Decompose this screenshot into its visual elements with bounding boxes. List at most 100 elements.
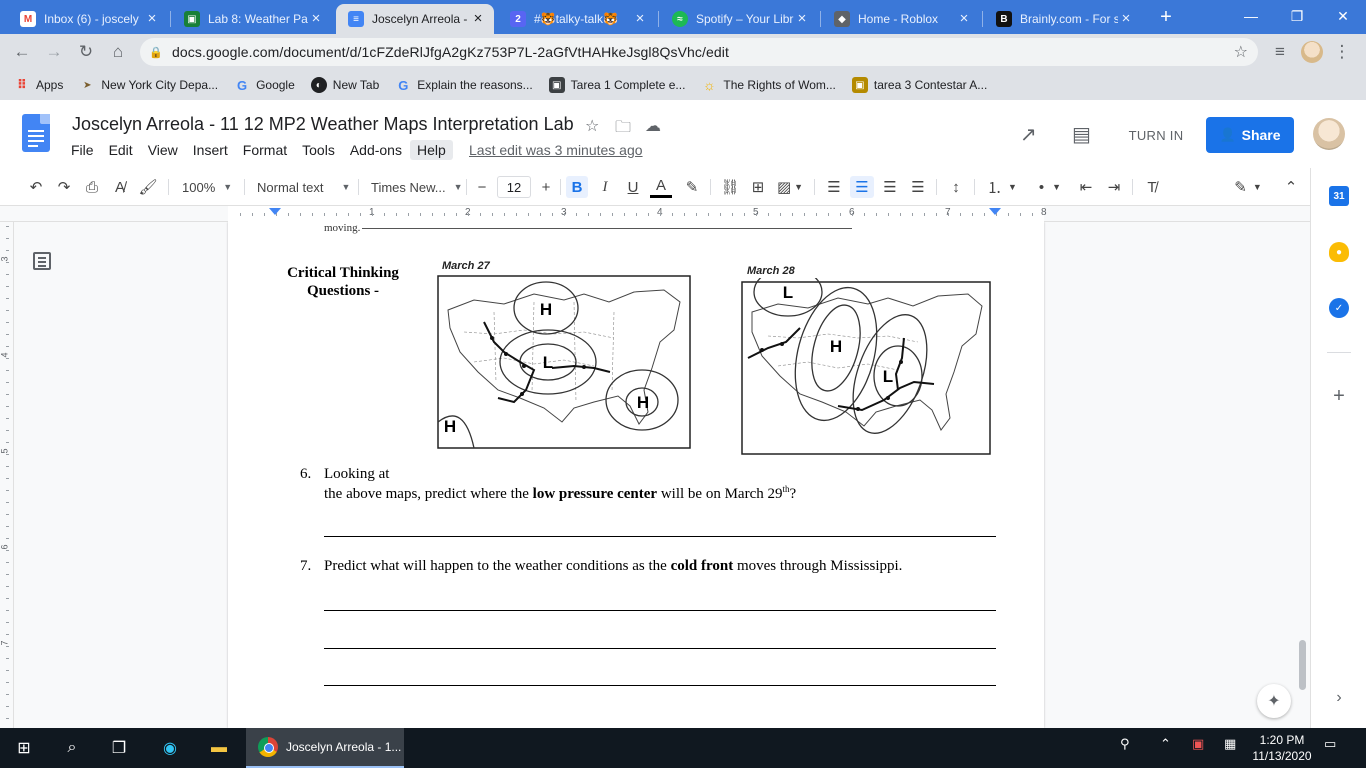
tab-classroom[interactable]: ▣ Lab 8: Weather Pat × bbox=[172, 4, 332, 34]
menu-view[interactable]: View bbox=[141, 140, 185, 160]
close-icon[interactable]: × bbox=[794, 11, 810, 27]
forward-icon[interactable]: → bbox=[42, 40, 66, 64]
chevron-right-icon[interactable]: › bbox=[1329, 688, 1349, 708]
underline-icon[interactable]: U bbox=[622, 176, 644, 198]
align-justify-icon[interactable]: ☰ bbox=[906, 176, 930, 198]
spellcheck-icon[interactable]: A̸ bbox=[108, 176, 132, 198]
menu-file[interactable]: File bbox=[64, 140, 101, 160]
bookmark-explain[interactable]: G Explain the reasons... bbox=[395, 77, 532, 93]
tab-spotify[interactable]: ≈ Spotify – Your Libr × bbox=[660, 4, 818, 34]
increase-font-size-icon[interactable]: + bbox=[536, 176, 556, 198]
add-comment-icon[interactable]: ⊞ bbox=[746, 176, 770, 198]
style-select[interactable]: Normal text ▼ bbox=[257, 176, 350, 198]
editing-mode-icon[interactable]: ✎ ▼ bbox=[1230, 176, 1266, 198]
decrease-indent-icon[interactable]: ⇤ bbox=[1074, 176, 1098, 198]
tab-discord[interactable]: 2 #🐯talky-talk🐯 × bbox=[498, 4, 656, 34]
undo-icon[interactable]: ↶ bbox=[24, 176, 48, 198]
zoom-select[interactable]: 100% ▼ bbox=[182, 176, 232, 198]
align-right-icon[interactable]: ☰ bbox=[878, 176, 902, 198]
answer-line[interactable] bbox=[324, 610, 996, 611]
numbered-list-icon[interactable]: ⒈ ▼ bbox=[982, 176, 1022, 198]
bookmark-apps[interactable]: ⠿ Apps bbox=[14, 77, 63, 93]
hide-menus-chevron-up-icon[interactable]: ⌃ bbox=[1280, 176, 1302, 198]
window-close-icon[interactable]: ✕ bbox=[1320, 0, 1366, 32]
close-icon[interactable]: × bbox=[1118, 11, 1134, 27]
menu-format[interactable]: Format bbox=[236, 140, 294, 160]
align-center-icon[interactable]: ☰ bbox=[850, 176, 874, 198]
home-icon[interactable]: ⌂ bbox=[106, 40, 130, 64]
address-bar[interactable]: 🔒 docs.google.com/document/d/1cFZdeRlJfg… bbox=[140, 38, 1258, 66]
explore-icon[interactable]: ✦ bbox=[1257, 684, 1291, 718]
account-avatar[interactable] bbox=[1313, 118, 1345, 150]
close-icon[interactable]: × bbox=[956, 11, 972, 27]
bookmark-star-icon[interactable]: ☆ bbox=[1234, 42, 1248, 62]
bulleted-list-icon[interactable]: • ▼ bbox=[1030, 176, 1070, 198]
answer-line[interactable] bbox=[324, 685, 996, 686]
line-spacing-icon[interactable]: ↕ bbox=[944, 176, 968, 198]
edge-icon[interactable]: ◉ bbox=[158, 736, 182, 760]
menu-insert[interactable]: Insert bbox=[186, 140, 235, 160]
windows-start-icon[interactable]: ⊞ bbox=[12, 736, 36, 760]
font-select[interactable]: Times New... ▼ bbox=[371, 176, 463, 198]
bookmark-rights-of-women[interactable]: ☼ The Rights of Wom... bbox=[701, 77, 836, 93]
profile-avatar[interactable] bbox=[1301, 41, 1323, 63]
taskbar-chrome-app[interactable]: Joscelyn Arreola - 1... bbox=[246, 728, 404, 768]
tab-docs-active[interactable]: ≡ Joscelyn Arreola - × bbox=[336, 4, 494, 34]
tab-roblox[interactable]: ◆ Home - Roblox × bbox=[822, 4, 980, 34]
insert-image-icon[interactable]: ▨ ▼ bbox=[774, 176, 806, 198]
paint-format-icon[interactable]: 🖌 bbox=[136, 176, 160, 198]
last-edit-link[interactable]: Last edit was 3 minutes ago bbox=[469, 142, 643, 158]
decrease-font-size-icon[interactable]: − bbox=[472, 176, 492, 198]
right-indent-marker[interactable] bbox=[989, 208, 1001, 215]
tab-brainly[interactable]: B Brainly.com - For s × bbox=[984, 4, 1142, 34]
show-hidden-icons-chevron-up-icon[interactable]: ⌃ bbox=[1160, 736, 1171, 752]
document-page[interactable]: moving. Critical Thinking Questions - Ma… bbox=[228, 222, 1044, 728]
calendar-icon[interactable]: 31 bbox=[1329, 186, 1349, 206]
back-icon[interactable]: ← bbox=[10, 40, 34, 64]
close-icon[interactable]: × bbox=[470, 11, 486, 27]
lock-icon[interactable]: 🔒 bbox=[140, 46, 172, 59]
chrome-menu-icon[interactable]: ⋮ bbox=[1330, 40, 1354, 64]
share-button[interactable]: 👤 Share bbox=[1206, 117, 1294, 153]
redo-icon[interactable]: ↷ bbox=[52, 176, 76, 198]
answer-line[interactable] bbox=[324, 536, 996, 537]
reload-icon[interactable]: ↻ bbox=[74, 40, 98, 64]
people-icon[interactable]: ⚲ bbox=[1120, 736, 1130, 752]
keep-icon[interactable]: ● bbox=[1329, 242, 1349, 262]
tasks-icon[interactable]: ✓ bbox=[1329, 298, 1349, 318]
menu-tools[interactable]: Tools bbox=[295, 140, 342, 160]
close-icon[interactable]: × bbox=[308, 11, 324, 27]
battery-warning-icon[interactable]: ▣ bbox=[1192, 736, 1204, 752]
highlight-icon[interactable]: ✎ bbox=[680, 176, 704, 198]
notifications-icon[interactable]: ▭ bbox=[1324, 736, 1336, 752]
left-indent-marker[interactable] bbox=[269, 208, 281, 215]
font-size-input[interactable]: 12 bbox=[497, 176, 531, 198]
answer-line[interactable] bbox=[324, 648, 996, 649]
print-icon[interactable]: ⎙ bbox=[80, 176, 104, 198]
text-color-icon[interactable]: A bbox=[650, 176, 672, 198]
align-left-icon[interactable]: ☰ bbox=[822, 176, 846, 198]
wifi-icon[interactable]: ▦ bbox=[1224, 736, 1236, 752]
search-icon[interactable]: ⌕ bbox=[60, 736, 84, 760]
italic-icon[interactable]: I bbox=[594, 176, 616, 198]
activity-trend-icon[interactable]: ↗ bbox=[1020, 122, 1037, 147]
restore-icon[interactable]: ❐ bbox=[1274, 0, 1320, 32]
system-clock[interactable]: 1:20 PM 11/13/2020 bbox=[1252, 732, 1312, 764]
increase-indent-icon[interactable]: ⇥ bbox=[1102, 176, 1126, 198]
document-title[interactable]: Joscelyn Arreola - 11 12 MP2 Weather Map… bbox=[72, 114, 574, 135]
new-tab-button[interactable]: + bbox=[1155, 6, 1177, 28]
file-explorer-icon[interactable]: ▬ bbox=[207, 736, 231, 760]
turn-in-button[interactable]: TURN IN bbox=[1115, 118, 1197, 152]
clear-formatting-icon[interactable]: T̸ bbox=[1140, 176, 1164, 198]
close-icon[interactable]: × bbox=[144, 11, 160, 27]
document-outline-icon[interactable] bbox=[33, 252, 51, 270]
cloud-status-icon[interactable]: ☁ bbox=[645, 116, 661, 136]
scrollbar-thumb[interactable] bbox=[1299, 640, 1306, 690]
task-view-icon[interactable]: ❐ bbox=[107, 736, 131, 760]
bookmark-tarea-3[interactable]: ▣ tarea 3 Contestar A... bbox=[851, 77, 987, 93]
add-on-plus-icon[interactable]: + bbox=[1329, 385, 1349, 407]
bookmark-google[interactable]: G Google bbox=[234, 77, 295, 93]
menu-edit[interactable]: Edit bbox=[102, 140, 140, 160]
bookmark-nyc-doe[interactable]: ➤ New York City Depa... bbox=[79, 77, 218, 93]
bookmark-new-tab[interactable]: ◐ New Tab bbox=[310, 77, 379, 93]
